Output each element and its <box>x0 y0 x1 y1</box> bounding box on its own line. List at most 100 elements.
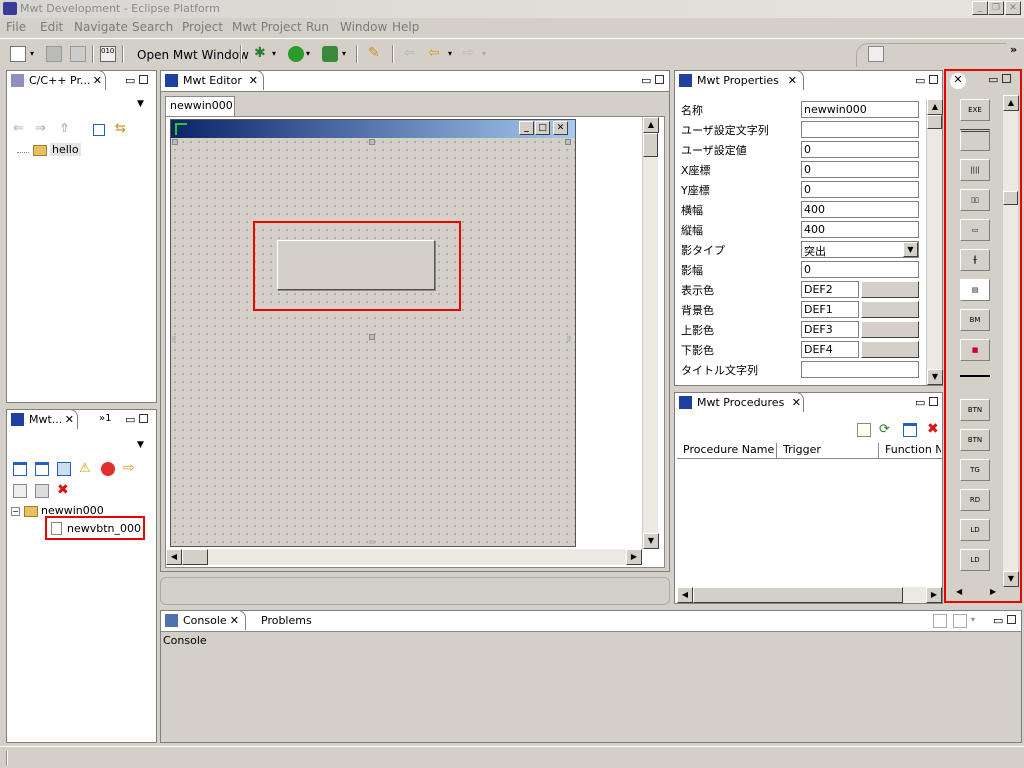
close-button[interactable]: ✕ <box>1005 1 1021 15</box>
scroll-thumb[interactable] <box>643 133 658 157</box>
palette-item-rd[interactable]: RD <box>960 489 990 511</box>
color-picker-button[interactable] <box>861 341 919 358</box>
link-editor-icon[interactable]: ⇆ <box>115 121 126 136</box>
scroll-left-button[interactable]: ◀ <box>956 587 962 596</box>
next-icon[interactable]: ⇨ <box>462 46 478 62</box>
scroll-left-button[interactable]: ◀ <box>166 549 182 565</box>
prop-value-input[interactable]: DEF4 <box>801 341 859 358</box>
external-tools-icon[interactable] <box>322 46 338 62</box>
error-icon[interactable] <box>101 462 115 476</box>
prop-value-input[interactable]: 0 <box>801 141 919 158</box>
tree-item-hello[interactable]: hello <box>17 143 81 156</box>
prop-shadow-select[interactable]: 突出 <box>801 241 919 258</box>
save-icon[interactable] <box>46 46 62 62</box>
mwt-minmax[interactable]: ▭ <box>125 413 148 426</box>
prop-value-input[interactable]: 400 <box>801 221 919 238</box>
design-window[interactable]: _ □ ✕ <box>170 119 576 547</box>
palette-item-frame[interactable]: ▯▯ <box>960 189 990 211</box>
tab-mwt[interactable]: Mwt... ✕ <box>6 409 78 429</box>
pen-icon[interactable]: ✎ <box>368 46 384 62</box>
window-icon[interactable] <box>13 462 27 476</box>
dropdown-arrow-icon[interactable]: ▼ <box>903 242 918 257</box>
delete-icon[interactable]: ✖ <box>927 421 941 437</box>
minimize-button[interactable]: _ <box>972 1 988 15</box>
copy-icon[interactable] <box>13 484 27 498</box>
close-icon[interactable]: ✕ <box>792 396 801 409</box>
menu-navigate[interactable]: Navigate <box>74 20 128 34</box>
color-picker-button[interactable] <box>861 301 919 318</box>
column-trigger[interactable]: Trigger <box>779 443 879 459</box>
pin-console-icon[interactable] <box>933 614 947 628</box>
properties-vscrollbar[interactable]: ▲ ▼ <box>926 99 943 385</box>
palette-item-color[interactable]: ■ <box>960 339 990 361</box>
palette-vscrollbar[interactable]: ▲ ▼ <box>1002 95 1019 587</box>
column-procedure-name[interactable]: Procedure Name <box>677 443 777 459</box>
scroll-right-button[interactable]: ▶ <box>990 587 996 596</box>
refresh-icon[interactable]: ⟳ <box>879 423 893 437</box>
palette-item-file[interactable]: ▤ <box>960 279 990 301</box>
editor-vscrollbar[interactable]: ▲ ▼ <box>642 117 659 549</box>
up-icon[interactable]: ⇮ <box>59 121 70 136</box>
menu-edit[interactable]: Edit <box>40 20 63 34</box>
scroll-right-button[interactable]: ▶ <box>926 587 942 603</box>
color-picker-button[interactable] <box>861 281 919 298</box>
procedures-minmax[interactable]: ▭ <box>915 396 938 409</box>
new-icon[interactable] <box>10 46 26 62</box>
cproject-minmax[interactable]: ▭ <box>125 74 148 87</box>
display-console-icon[interactable] <box>953 614 967 628</box>
resize-handle-center[interactable] <box>369 334 375 340</box>
prop-value-input[interactable]: 0 <box>801 181 919 198</box>
editor-minmax[interactable]: ▭ <box>641 74 664 87</box>
resize-handle-mid-right[interactable] <box>567 336 571 342</box>
menu-window[interactable]: Window <box>340 20 387 34</box>
prop-value-input[interactable]: 0 <box>801 261 919 278</box>
print-icon[interactable] <box>70 46 86 62</box>
close-icon[interactable]: ✕ <box>230 614 239 627</box>
view-menu-icon[interactable]: ▼ <box>137 440 144 450</box>
resize-handle-bottom[interactable] <box>369 540 375 544</box>
prop-value-input[interactable]: DEF1 <box>801 301 859 318</box>
scroll-up-button[interactable]: ▲ <box>1003 95 1019 111</box>
close-icon[interactable]: ✕ <box>65 413 74 426</box>
resize-handle-top-right[interactable] <box>565 139 571 145</box>
scroll-up-button[interactable]: ▲ <box>643 117 659 133</box>
close-icon[interactable]: ✕ <box>93 74 102 87</box>
prop-value-input[interactable] <box>801 361 919 378</box>
console-minmax[interactable]: ▭ <box>993 614 1016 627</box>
collapse-all-icon[interactable] <box>93 124 105 136</box>
overflow-tabs[interactable]: »1 <box>99 413 111 424</box>
open-mwt-window-button[interactable]: Open Mwt Window <box>137 48 249 62</box>
back-icon[interactable]: ⇐ <box>13 121 24 136</box>
scroll-left-button[interactable]: ◀ <box>677 587 693 603</box>
design-grid[interactable] <box>171 138 575 546</box>
editor-hscrollbar[interactable]: ◀ ▶ <box>166 549 642 565</box>
palette-item-hline[interactable] <box>960 129 990 151</box>
column-function-name[interactable]: Function Na <box>881 443 941 459</box>
menu-mwt-project[interactable]: Mwt Project <box>232 20 302 34</box>
run-icon[interactable] <box>288 46 304 62</box>
menu-run[interactable]: Run <box>306 20 329 34</box>
tree-item-newvbtn[interactable]: newvbtn_000 <box>45 516 145 540</box>
tab-mwt-procedures[interactable]: Mwt Procedures ✕ <box>674 392 804 412</box>
chevron-more-icon[interactable]: » <box>1010 43 1017 56</box>
color-picker-button[interactable] <box>861 321 919 338</box>
hscroll-thumb[interactable] <box>182 549 208 565</box>
properties-minmax[interactable]: ▭ <box>915 74 938 87</box>
tab-mwt-editor[interactable]: Mwt Editor ✕ <box>160 70 264 90</box>
palette-item-ld[interactable]: LD <box>960 519 990 541</box>
tree-icon[interactable] <box>57 462 71 476</box>
subtab-newwin000[interactable]: newwin000 <box>165 96 235 116</box>
resize-handle-mid-left[interactable] <box>172 336 176 342</box>
binary-icon[interactable]: 010 <box>100 46 116 62</box>
hscroll-thumb[interactable] <box>693 587 903 603</box>
back-nav-icon[interactable]: ⇐ <box>404 46 420 62</box>
menu-search[interactable]: Search <box>132 20 173 34</box>
forward-icon[interactable]: ⇒ <box>35 121 46 136</box>
debug-icon[interactable]: ✱ <box>254 46 270 62</box>
new-button-widget[interactable] <box>277 240 435 290</box>
close-icon[interactable]: ✕ <box>249 74 258 87</box>
palette-item-bm[interactable]: BM <box>960 309 990 331</box>
tab-console[interactable]: Console ✕ <box>160 610 246 630</box>
prev-icon[interactable]: ⇦ <box>428 46 444 62</box>
menu-help[interactable]: Help <box>392 20 419 34</box>
